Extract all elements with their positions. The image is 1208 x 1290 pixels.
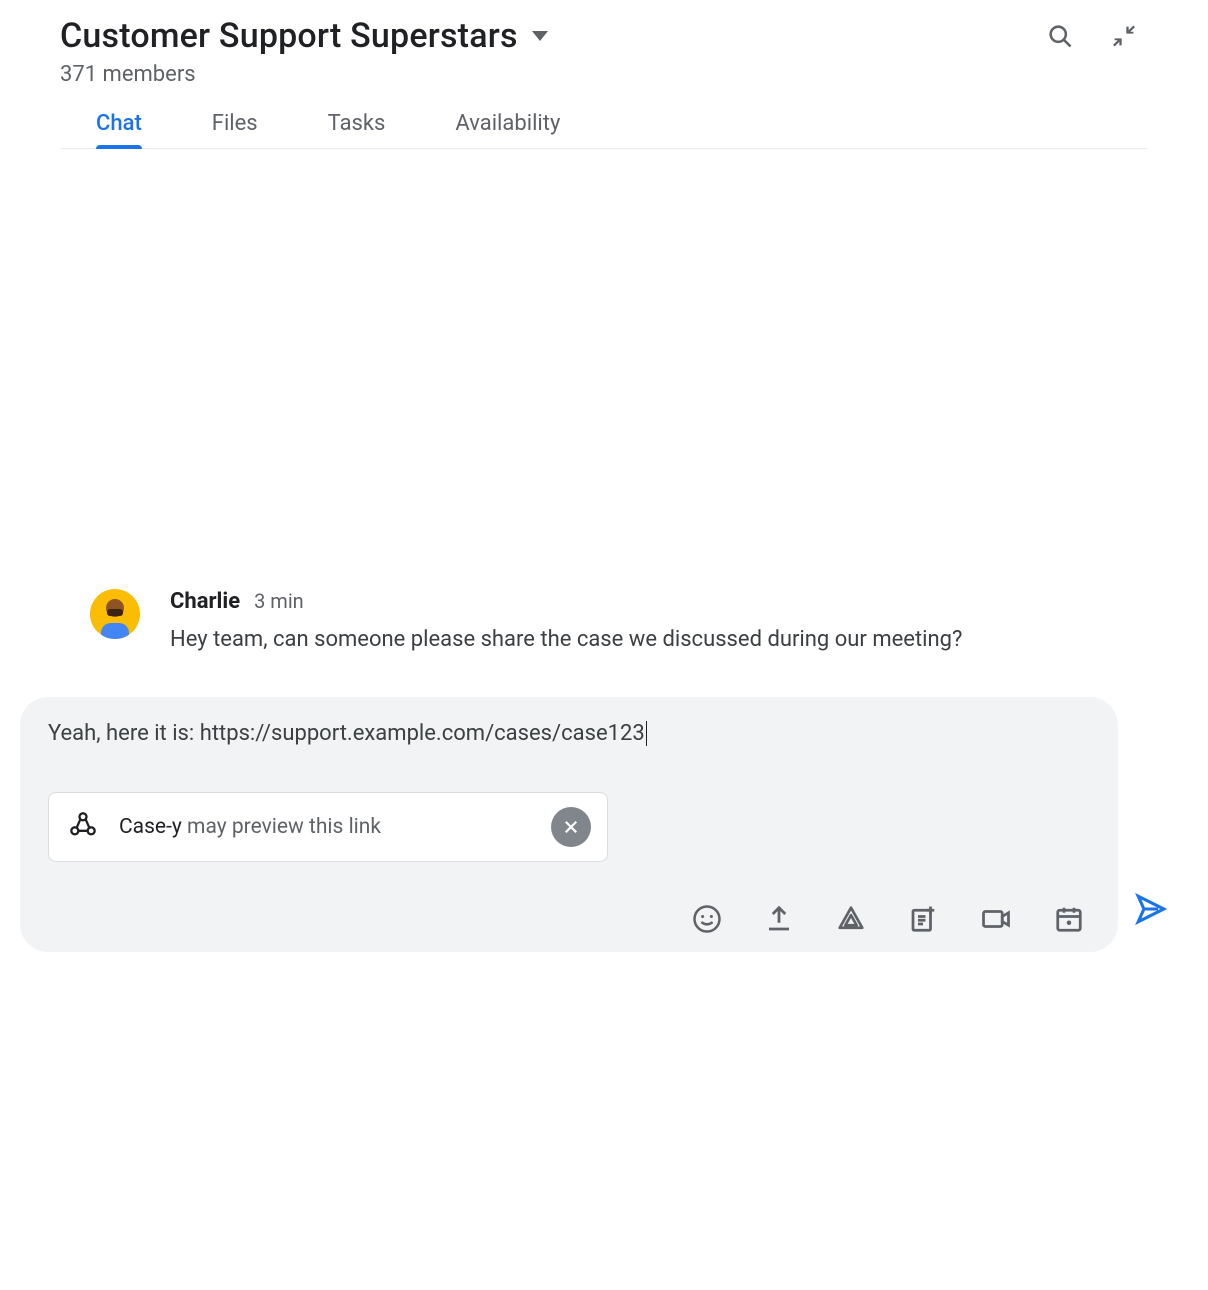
space-title: Customer Support Superstars (60, 16, 518, 56)
calendar-icon[interactable] (1054, 904, 1084, 934)
tab-availability[interactable]: Availability (455, 111, 560, 148)
create-doc-icon[interactable] (908, 904, 938, 934)
send-button[interactable] (1134, 892, 1188, 952)
title-right (1046, 22, 1148, 50)
message-head: Charlie 3 min (170, 589, 1128, 614)
compose-box[interactable]: Yeah, here it is: https://support.exampl… (20, 697, 1118, 952)
message-time: 3 min (254, 589, 304, 613)
compose-wrap: Yeah, here it is: https://support.exampl… (0, 697, 1208, 952)
emoji-icon[interactable] (692, 904, 722, 934)
chevron-down-icon[interactable] (532, 31, 548, 41)
tabs: Chat Files Tasks Availability (60, 111, 1148, 149)
member-count: 371 members (60, 62, 1148, 87)
tab-tasks[interactable]: Tasks (328, 111, 386, 148)
dismiss-preview-button[interactable] (551, 807, 591, 847)
message-text: Hey team, can someone please share the c… (170, 622, 1128, 657)
webhook-icon (69, 811, 97, 843)
messages-area: Charlie 3 min Hey team, can someone plea… (0, 149, 1208, 697)
compose-input[interactable]: Yeah, here it is: https://support.exampl… (48, 721, 647, 746)
upload-icon[interactable] (764, 904, 794, 934)
preview-hint: may preview this link (187, 815, 381, 839)
message-body: Charlie 3 min Hey team, can someone plea… (170, 589, 1128, 657)
message-row: Charlie 3 min Hey team, can someone plea… (90, 589, 1128, 657)
avatar[interactable] (90, 589, 140, 639)
sender-name: Charlie (170, 589, 240, 614)
video-icon[interactable] (980, 904, 1012, 934)
preview-app-name: Case-y (119, 815, 182, 839)
preview-label: Case-y may preview this link (119, 815, 529, 839)
title-row: Customer Support Superstars (60, 16, 1148, 56)
link-preview-card: Case-y may preview this link (48, 792, 608, 862)
drive-icon[interactable] (836, 904, 866, 934)
title-left: Customer Support Superstars (60, 16, 548, 56)
collapse-icon[interactable] (1110, 22, 1138, 50)
tab-chat[interactable]: Chat (96, 111, 142, 148)
tab-files[interactable]: Files (212, 111, 258, 148)
compose-toolbar (48, 904, 1090, 934)
header: Customer Support Superstars 371 members … (0, 0, 1208, 149)
search-icon[interactable] (1046, 22, 1074, 50)
